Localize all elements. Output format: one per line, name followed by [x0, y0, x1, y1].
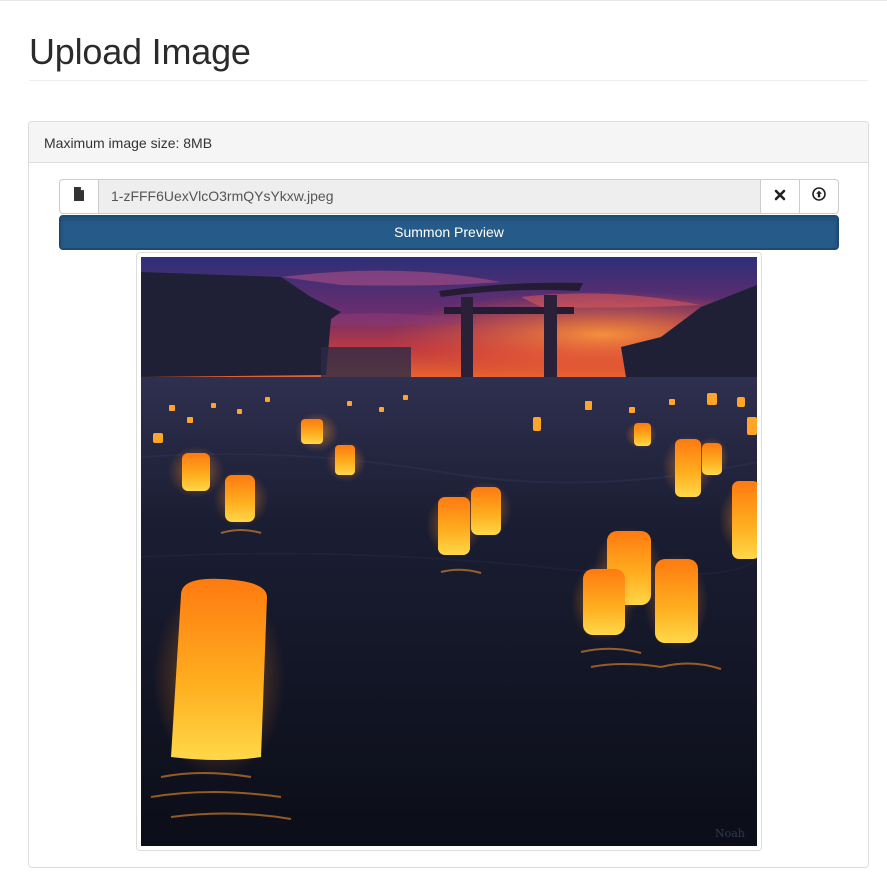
title-divider	[29, 80, 868, 81]
file-icon	[73, 187, 85, 206]
file-name-field[interactable]: 1-zFFF6UexVlcO3rmQYsYkxw.jpeg	[98, 179, 761, 214]
file-addon	[59, 179, 98, 214]
top-divider	[0, 0, 887, 3]
page-title: Upload Image	[29, 31, 251, 72]
preview-image: Noah	[141, 257, 757, 846]
file-input-group: 1-zFFF6UexVlcO3rmQYsYkxw.jpeg	[59, 179, 839, 214]
panel-heading: Maximum image size: 8MB	[29, 122, 868, 163]
artist-signature: Noah	[715, 827, 745, 840]
upload-panel: Maximum image size: 8MB 1-zFFF6UexVlcO3r…	[28, 121, 869, 868]
clear-file-button[interactable]	[761, 179, 800, 214]
upload-button[interactable]	[800, 179, 839, 214]
summon-preview-button[interactable]: Summon Preview	[59, 215, 839, 250]
upload-circle-icon	[812, 187, 826, 206]
close-icon	[774, 188, 786, 206]
image-preview: Noah	[136, 252, 762, 851]
